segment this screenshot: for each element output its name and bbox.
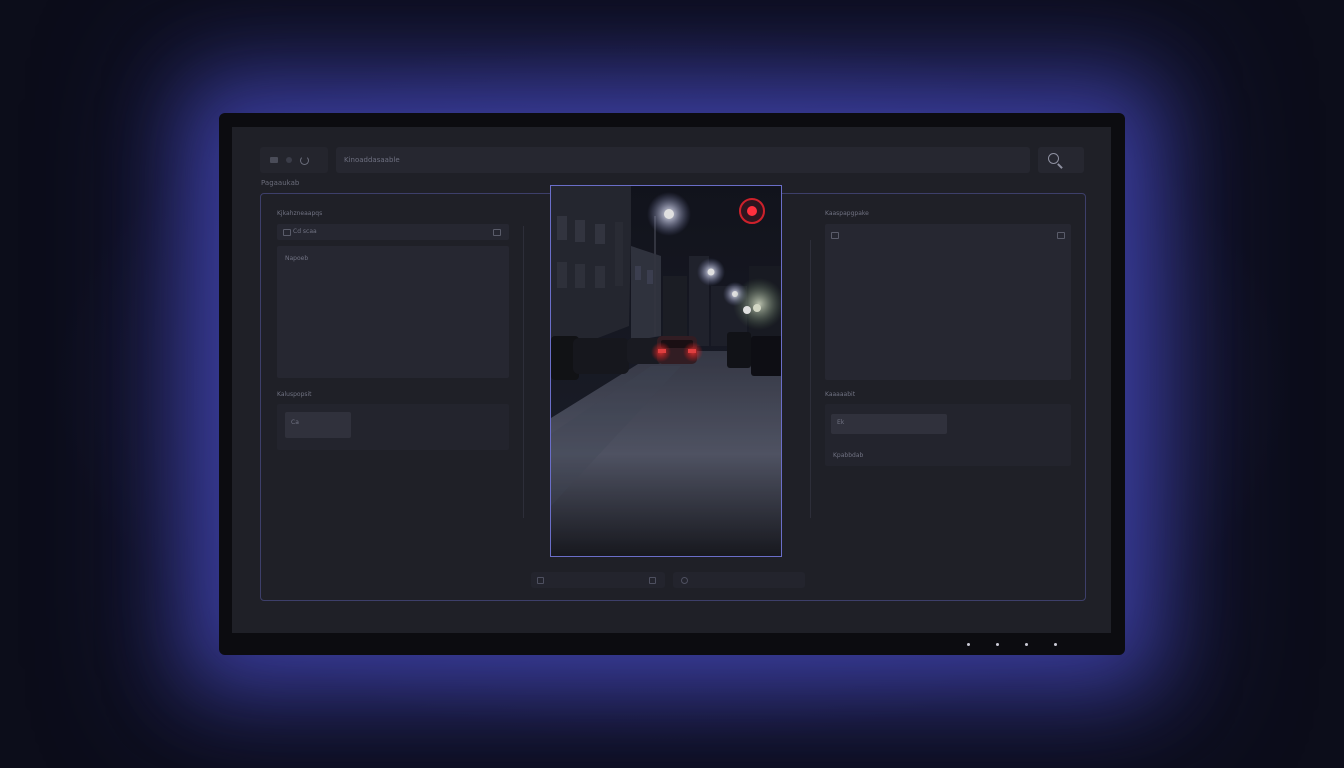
monitor: Kinoaddasaable Pagaaukab Kjkahzneaapqs C… (219, 113, 1125, 655)
right-section-label: Kaaspapgpake (825, 210, 869, 217)
breadcrumb: Pagaaukab (261, 179, 300, 187)
divider-right (810, 240, 811, 518)
status-dot (1025, 643, 1028, 646)
left-text-panel-label: Napoeb (285, 255, 309, 262)
address-bar[interactable]: Kinoaddasaable (336, 147, 1030, 173)
divider-left (523, 226, 524, 518)
search-icon (1048, 153, 1059, 164)
record-indicator-icon[interactable] (739, 198, 765, 224)
left-chip[interactable]: Ca (285, 412, 351, 438)
circle-icon[interactable] (286, 157, 292, 163)
left-input-text: Cd scaa (293, 228, 317, 235)
right-chip[interactable]: Ek (831, 414, 947, 434)
right-section2-label: Kaaaaabit (825, 391, 856, 398)
status-dot (967, 643, 970, 646)
right-footer-text: Kpabbdab (833, 452, 864, 459)
right-preview-panel[interactable] (825, 224, 1071, 380)
camera-icon (283, 229, 291, 236)
left-input-bar[interactable]: Cd scaa (277, 224, 509, 240)
settings-icon[interactable] (681, 577, 688, 584)
playback-control-bar[interactable] (531, 572, 665, 588)
left-section-label: Kjkahzneaapqs (277, 210, 323, 217)
expand-icon[interactable] (493, 229, 501, 236)
camera-feed[interactable] (550, 185, 782, 557)
status-dot (1054, 643, 1057, 646)
left-text-panel[interactable]: Napoeb (277, 246, 509, 378)
search-button[interactable] (1038, 147, 1084, 173)
left-section2-label: Kaluspopsit (277, 391, 312, 398)
refresh-icon[interactable] (300, 155, 309, 165)
street-scene (551, 186, 781, 556)
grid-view-icon[interactable] (270, 157, 278, 163)
pin-icon[interactable] (649, 577, 656, 584)
settings-control-bar[interactable] (673, 572, 805, 588)
app-screen: Kinoaddasaable Pagaaukab Kjkahzneaapqs C… (232, 127, 1111, 633)
image-icon (831, 232, 839, 239)
right-options-panel: Ek Kpabbdab (825, 404, 1071, 466)
lock-icon[interactable] (1057, 232, 1065, 239)
left-options-panel: Ca (277, 404, 509, 450)
toolbar-left-group (260, 147, 328, 173)
status-dot (996, 643, 999, 646)
monitor-status-dots (967, 643, 1057, 647)
play-icon[interactable] (537, 577, 544, 584)
